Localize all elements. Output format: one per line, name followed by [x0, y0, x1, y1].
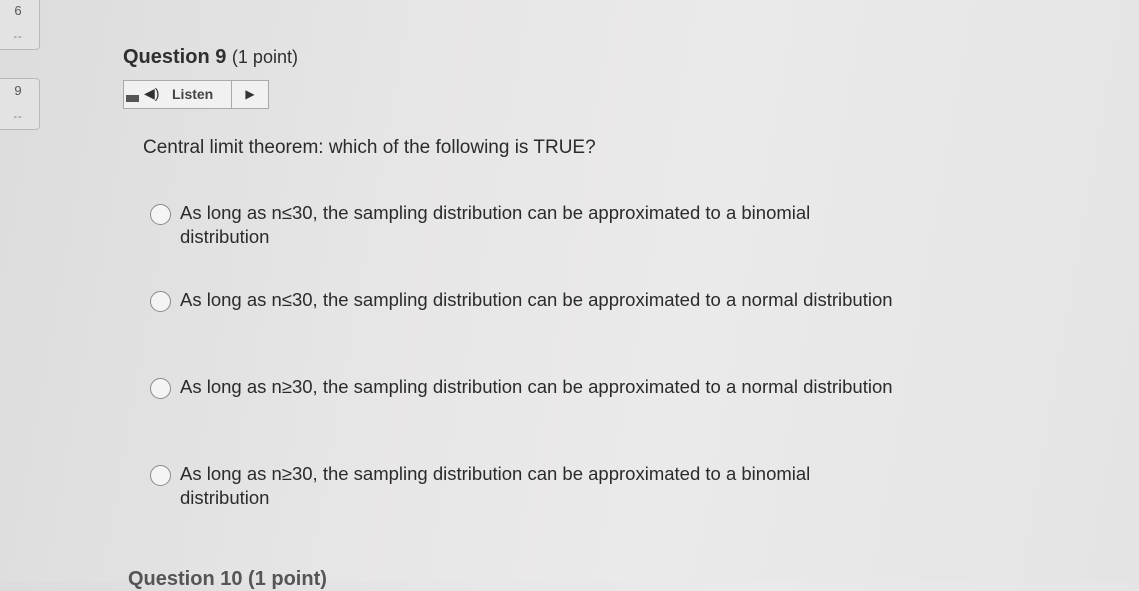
nav-item-question-9[interactable]: 9 -- [0, 78, 40, 130]
listen-button[interactable]: ◀) Listen [124, 81, 232, 108]
nav-item-question-6[interactable]: 6 -- [0, 0, 40, 50]
question-title: Question 9 (1 point) [123, 46, 298, 69]
play-icon: ▶ [245, 87, 255, 101]
nav-item-number: 9 [14, 83, 22, 98]
play-button[interactable]: ▶ [232, 81, 268, 108]
radio-button[interactable] [150, 465, 171, 486]
listen-toolbar: ◀) Listen ▶ [123, 80, 269, 109]
question-number: Question 9 [123, 46, 227, 68]
nav-item-status: -- [13, 111, 23, 123]
radio-button[interactable] [150, 378, 171, 399]
listen-label: Listen [172, 86, 214, 102]
answer-option-label: As long as n≤30, the sampling distributi… [180, 289, 893, 310]
answer-option-3[interactable]: As long as n≥30, the sampling distributi… [150, 375, 910, 431]
question-prompt: Central limit theorem: which of the foll… [143, 137, 596, 158]
answer-option-label: As long as n≤30, the sampling distributi… [180, 202, 811, 247]
speaker-icon: ◀) [144, 85, 160, 101]
answer-option-2[interactable]: As long as n≤30, the sampling distributi… [150, 288, 910, 344]
answer-option-4[interactable]: As long as n≥30, the sampling distributi… [150, 462, 910, 518]
radio-button[interactable] [150, 291, 171, 312]
answer-option-label: As long as n≥30, the sampling distributi… [180, 376, 893, 397]
question-points: (1 point) [231, 47, 298, 67]
next-question-title: Question 10 (1 point) [128, 568, 327, 590]
answer-option-1[interactable]: As long as n≤30, the sampling distributi… [150, 201, 910, 257]
answer-option-label: As long as n≥30, the sampling distributi… [180, 463, 811, 508]
radio-button[interactable] [150, 204, 171, 225]
nav-item-status: -- [13, 31, 23, 43]
nav-item-number: 6 [14, 3, 22, 18]
readspeaker-logo-icon [126, 95, 139, 102]
question-navigator: 6 -- 9 -- [0, 0, 46, 582]
